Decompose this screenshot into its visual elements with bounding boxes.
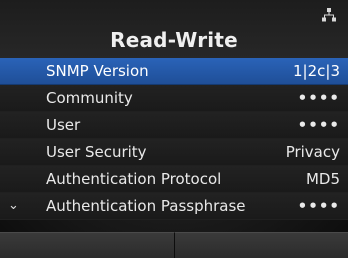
masked-value: ••••: [297, 89, 340, 107]
menu-item-label: Community: [46, 89, 133, 107]
menu-item-label: User Security: [46, 143, 147, 161]
soft-key-right[interactable]: [173, 232, 348, 258]
menu-item-authentication-passphrase[interactable]: ⌄ Authentication Passphrase ••••: [0, 193, 348, 220]
page-title: Read-Write: [110, 28, 238, 52]
menu-item-value: MD5: [305, 170, 340, 188]
menu-item-value: 1|2c|3: [293, 62, 340, 80]
settings-list: SNMP Version 1|2c|3 Community •••• User …: [0, 58, 348, 220]
menu-item-user-security[interactable]: User Security Privacy: [0, 139, 348, 166]
menu-item-label: Authentication Passphrase: [46, 197, 246, 215]
masked-value: ••••: [297, 197, 340, 215]
menu-item-label: SNMP Version: [46, 62, 149, 80]
chevron-down-icon: ⌄: [8, 198, 19, 213]
menu-item-user[interactable]: User ••••: [0, 112, 348, 139]
menu-item-label: Authentication Protocol: [46, 170, 222, 188]
menu-item-value: Privacy: [285, 143, 340, 161]
title-bar: Read-Write: [0, 0, 348, 58]
printer-lcd-screen: Read-Write SNMP Version 1|2c|3 Community…: [0, 0, 348, 258]
network-icon: [322, 8, 336, 22]
menu-item-snmp-version[interactable]: SNMP Version 1|2c|3: [0, 58, 348, 85]
soft-key-bar: [0, 232, 348, 258]
masked-value: ••••: [297, 116, 340, 134]
menu-item-community[interactable]: Community ••••: [0, 85, 348, 112]
soft-key-left[interactable]: [0, 232, 174, 258]
menu-item-label: User: [46, 116, 81, 134]
menu-item-authentication-protocol[interactable]: Authentication Protocol MD5: [0, 166, 348, 193]
